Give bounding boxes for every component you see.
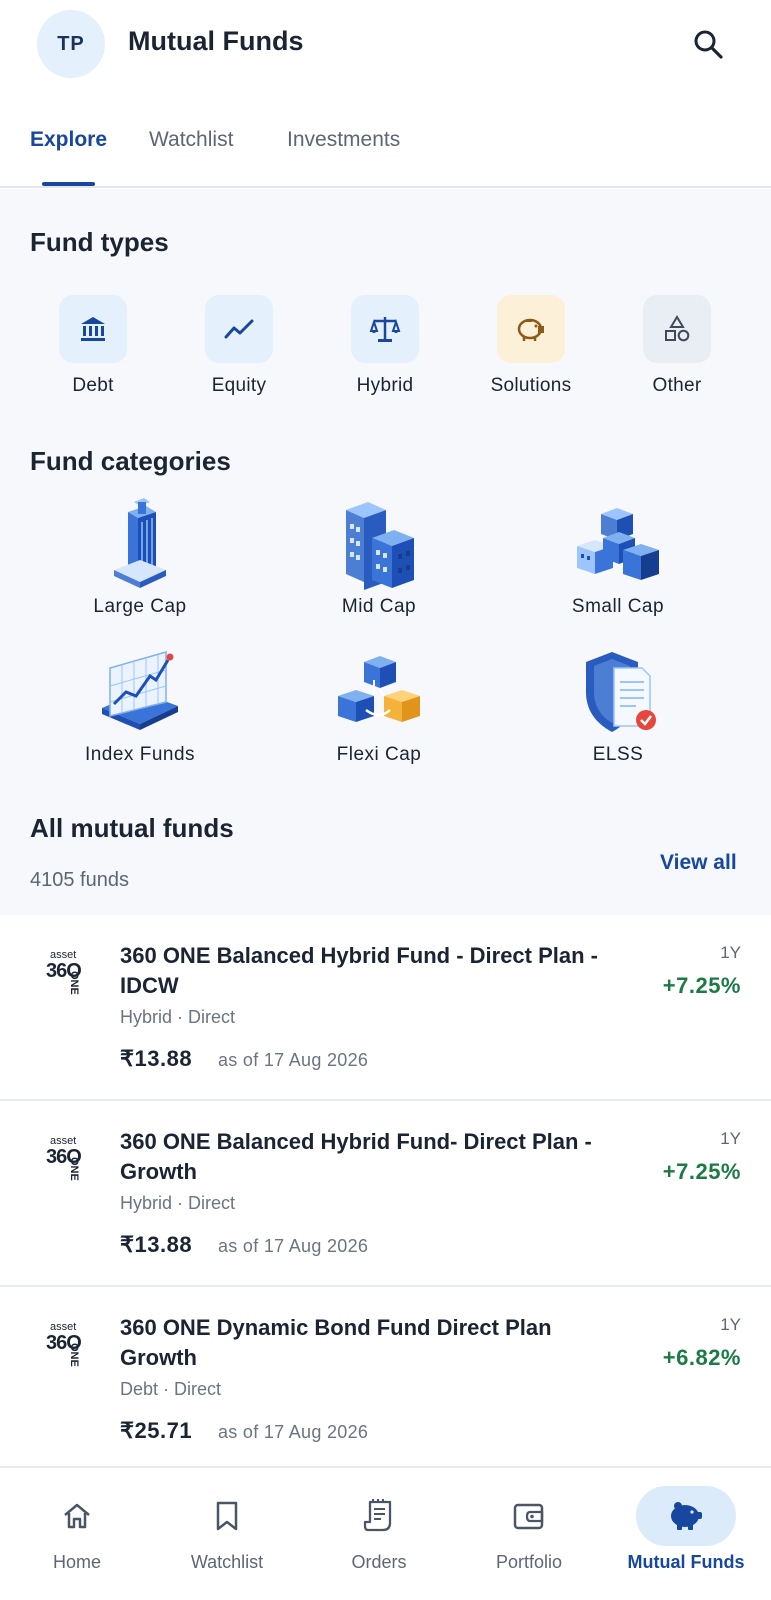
- fund-type-label: Solutions: [490, 375, 572, 396]
- fund-as-of-date: as of 17 Aug 2026: [218, 1050, 369, 1070]
- wallet-icon: [479, 1486, 579, 1546]
- fund-type-solutions[interactable]: Solutions: [466, 295, 596, 397]
- nav-orders[interactable]: Orders: [302, 1480, 456, 1590]
- nav-label: Portfolio: [495, 1552, 563, 1572]
- search-button[interactable]: [688, 24, 728, 64]
- nav-label: Watchlist: [190, 1552, 264, 1572]
- fund-type-label: Equity: [211, 375, 267, 396]
- fund-nav-price: ₹13.88: [120, 1046, 193, 1071]
- tab-watchlist[interactable]: Watchlist: [149, 128, 233, 152]
- fund-meta: Debt · Direct: [120, 1379, 222, 1399]
- avatar[interactable]: TP: [37, 10, 105, 78]
- page-title: Mutual Funds: [128, 26, 304, 56]
- fund-as-of-date: as of 17 Aug 2026: [218, 1422, 369, 1442]
- fund-return: +7.25%: [662, 973, 741, 998]
- piggy-bank-icon: [497, 295, 565, 363]
- all-funds-title: All mutual funds: [30, 813, 234, 843]
- category-mid-cap[interactable]: Mid Cap: [279, 496, 479, 618]
- shield-document-icon: [570, 644, 666, 740]
- piggy-bank-icon: [636, 1486, 736, 1546]
- fund-name: 360 ONE Balanced Hybrid Fund- Direct Pla…: [120, 1129, 592, 1184]
- tab-bar: Explore Watchlist Investments: [0, 110, 771, 188]
- search-icon: [694, 30, 723, 59]
- fund-name: 360 ONE Dynamic Bond Fund Direct Plan Gr…: [120, 1315, 552, 1370]
- return-period: 1Y: [720, 1315, 741, 1334]
- category-large-cap[interactable]: Large Cap: [40, 496, 240, 618]
- nav-watchlist[interactable]: Watchlist: [150, 1480, 304, 1590]
- fund-return: +6.82%: [662, 1345, 741, 1370]
- active-tab-indicator: [42, 182, 95, 186]
- fund-type-debt[interactable]: Debt: [28, 295, 158, 397]
- fund-categories-title: Fund categories: [30, 446, 231, 476]
- nav-label: Home: [52, 1552, 101, 1572]
- category-label: Index Funds: [84, 744, 196, 765]
- fund-logo: asset 36O ONE: [46, 1135, 82, 1181]
- receipt-icon: [329, 1486, 429, 1546]
- category-label: ELSS: [592, 744, 644, 765]
- tab-investments[interactable]: Investments: [287, 128, 400, 152]
- category-label: Mid Cap: [341, 596, 417, 617]
- fund-type-hybrid[interactable]: Hybrid: [320, 295, 450, 397]
- fund-type-label: Hybrid: [356, 375, 414, 396]
- cubes-icon: [570, 496, 666, 592]
- bank-icon: [59, 295, 127, 363]
- fund-nav-price: ₹13.88: [120, 1232, 193, 1257]
- view-all-link[interactable]: View all: [660, 851, 737, 875]
- explore-section: Fund types Debt Equity Hybrid Solutions …: [0, 189, 771, 915]
- nav-label: Orders: [351, 1552, 407, 1572]
- fund-list-item[interactable]: asset 36O ONE 360 ONE Balanced Hybrid Fu…: [0, 915, 771, 1101]
- nav-home[interactable]: Home: [0, 1480, 154, 1590]
- fund-type-equity[interactable]: Equity: [174, 295, 304, 397]
- category-label: Small Cap: [571, 596, 665, 617]
- category-elss[interactable]: ELSS: [518, 644, 718, 766]
- fund-logo: asset 36O ONE: [46, 949, 82, 995]
- nav-label: Mutual Funds: [627, 1552, 745, 1572]
- fund-name: 360 ONE Balanced Hybrid Fund - Direct Pl…: [120, 943, 598, 998]
- fund-logo: asset 36O ONE: [46, 1321, 82, 1367]
- connected-blocks-icon: [331, 644, 427, 740]
- fund-types-title: Fund types: [30, 227, 169, 257]
- app-header: TP Mutual Funds: [0, 0, 771, 90]
- tab-explore[interactable]: Explore: [30, 128, 107, 152]
- category-label: Flexi Cap: [336, 744, 422, 765]
- skyscraper-icon: [92, 496, 188, 592]
- fund-count: 4105 funds: [30, 869, 129, 891]
- trend-line-icon: [205, 295, 273, 363]
- fund-list-item[interactable]: asset 36O ONE 360 ONE Balanced Hybrid Fu…: [0, 1101, 771, 1287]
- bookmark-icon: [177, 1486, 277, 1546]
- fund-as-of-date: as of 17 Aug 2026: [218, 1236, 369, 1256]
- fund-meta: Hybrid · Direct: [120, 1193, 236, 1213]
- fund-list-item[interactable]: asset 36O ONE 360 ONE Dynamic Bond Fund …: [0, 1287, 771, 1466]
- home-icon: [27, 1486, 127, 1546]
- category-small-cap[interactable]: Small Cap: [518, 496, 718, 618]
- return-period: 1Y: [720, 943, 741, 962]
- fund-type-label: Debt: [72, 375, 114, 396]
- category-index-funds[interactable]: Index Funds: [40, 644, 240, 766]
- fund-return: +7.25%: [662, 1159, 741, 1184]
- shapes-icon: [643, 295, 711, 363]
- category-label: Large Cap: [93, 596, 187, 617]
- category-flexi-cap[interactable]: Flexi Cap: [279, 644, 479, 766]
- fund-type-other[interactable]: Other: [612, 295, 742, 397]
- scales-icon: [351, 295, 419, 363]
- chart-board-icon: [92, 644, 188, 740]
- fund-type-label: Other: [652, 375, 702, 396]
- fund-meta: Hybrid · Direct: [120, 1007, 236, 1027]
- buildings-icon: [331, 496, 427, 592]
- nav-mutual-funds[interactable]: Mutual Funds: [605, 1480, 767, 1590]
- fund-nav-price: ₹25.71: [120, 1418, 193, 1443]
- return-period: 1Y: [720, 1129, 741, 1148]
- nav-portfolio[interactable]: Portfolio: [452, 1480, 606, 1590]
- bottom-navigation: Home Watchlist Orders Portfolio Mutual F…: [0, 1466, 771, 1600]
